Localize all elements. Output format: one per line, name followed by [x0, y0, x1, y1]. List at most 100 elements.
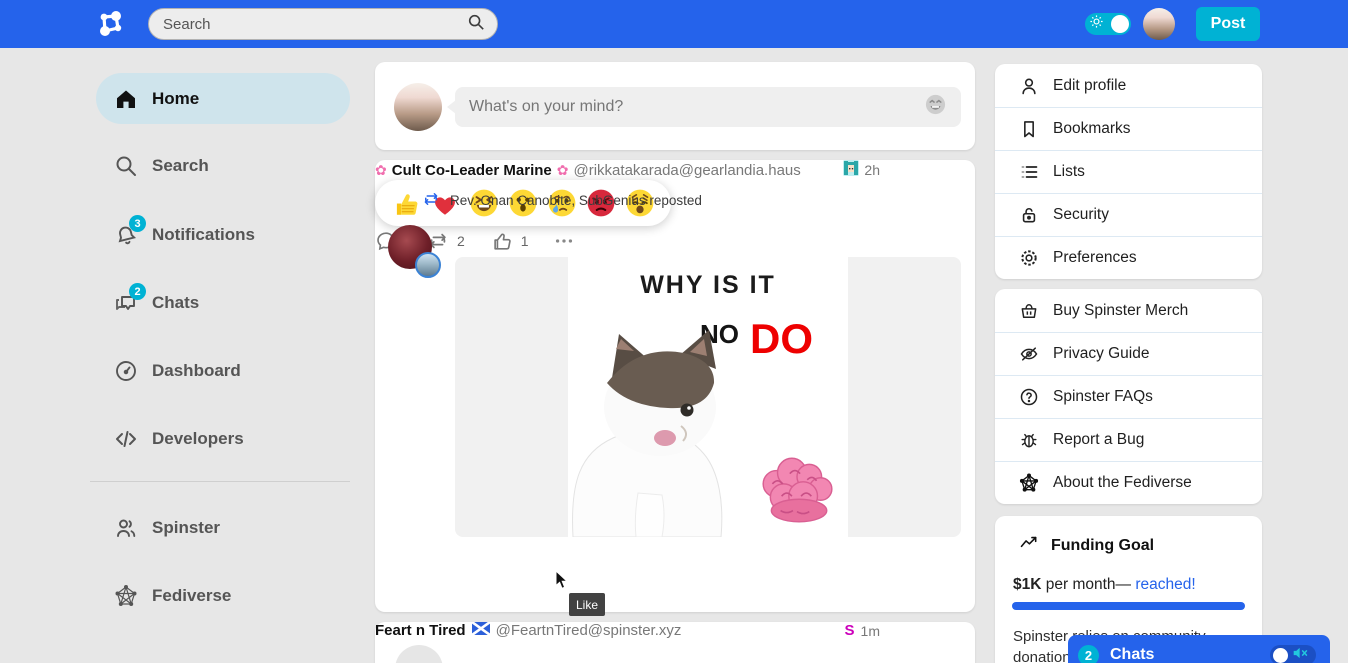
- menu-item-faqs[interactable]: Spinster FAQs: [995, 375, 1262, 418]
- post-header[interactable]: Feart n Tired @FeartnTired@spinster.xyz …: [375, 622, 880, 639]
- composer-input-bubble[interactable]: [455, 87, 961, 127]
- dashboard-icon: [114, 359, 138, 383]
- menu-item-lists[interactable]: Lists: [995, 150, 1262, 193]
- menu-item-preferences[interactable]: Preferences: [995, 236, 1262, 279]
- emoji-picker-icon[interactable]: [924, 93, 947, 121]
- post-author-name[interactable]: Cult Co-Leader Marine: [392, 162, 552, 179]
- sidebar-divider: [90, 481, 350, 482]
- menu-item-privacy-guide[interactable]: Privacy Guide: [995, 332, 1262, 375]
- repost-count[interactable]: 2: [457, 233, 465, 249]
- search-icon: [114, 154, 138, 178]
- profile-menu-card: Edit profile Bookmarks Lists Security Pr…: [995, 64, 1262, 279]
- top-navbar: Post: [0, 0, 1348, 48]
- like-button-icon[interactable]: [491, 230, 513, 252]
- search-icon[interactable]: [467, 13, 485, 36]
- menu-item-edit-profile[interactable]: Edit profile: [995, 64, 1262, 107]
- sidebar-item-chats[interactable]: 2 Chats: [96, 283, 350, 323]
- user-avatar[interactable]: [1143, 8, 1175, 40]
- like-tooltip: Like: [569, 593, 605, 616]
- light-dark-toggle[interactable]: [1085, 13, 1131, 35]
- menu-item-label: Edit profile: [1053, 77, 1126, 95]
- sidebar-item-label: Developers: [152, 429, 244, 449]
- sidebar-item-developers[interactable]: Developers: [96, 419, 350, 459]
- menu-item-buy-merch[interactable]: Buy Spinster Merch: [995, 289, 1262, 332]
- post-media[interactable]: WHY IS IT NO DO: [455, 257, 961, 537]
- sidebar-item-notifications[interactable]: 3 Notifications: [96, 215, 350, 255]
- basket-icon: [1019, 301, 1039, 321]
- repost-banner-text: Rev. Onan Canobite, SubGenius reposted: [450, 193, 702, 208]
- flower-emoji-icon: ✿: [375, 162, 387, 179]
- sidebar-item-fediverse[interactable]: Fediverse: [96, 576, 350, 616]
- repost-banner[interactable]: Rev. Onan Canobite, SubGenius reposted: [422, 190, 702, 211]
- menu-item-label: Lists: [1053, 163, 1085, 181]
- menu-item-label: About the Fediverse: [1053, 474, 1192, 492]
- menu-item-security[interactable]: Security: [995, 193, 1262, 236]
- toggle-knob: [1273, 648, 1288, 663]
- repost-icon: [422, 190, 440, 211]
- bookmark-icon: [1019, 119, 1039, 139]
- fediverse-icon: [114, 584, 138, 608]
- menu-item-bookmarks[interactable]: Bookmarks: [995, 107, 1262, 150]
- post-timestamp[interactable]: 1m: [861, 623, 880, 639]
- menu-item-label: Privacy Guide: [1053, 345, 1149, 363]
- code-icon: [114, 427, 138, 451]
- chats-badge: 2: [129, 283, 146, 300]
- meme-image: WHY IS IT NO DO: [568, 257, 848, 537]
- funding-progress-bar: [1012, 602, 1245, 610]
- list-icon: [1019, 162, 1039, 182]
- menu-item-label: Preferences: [1053, 249, 1137, 267]
- funding-per-month: per month: [1041, 576, 1115, 593]
- fediverse-filled-icon: [1019, 473, 1039, 493]
- sidebar-item-home[interactable]: Home: [96, 73, 350, 124]
- reaction-thumbs-up-icon[interactable]: [391, 188, 421, 218]
- funding-amount: $1K: [1013, 576, 1041, 593]
- chart-icon: [1019, 533, 1039, 558]
- composer-user-avatar[interactable]: [394, 83, 442, 131]
- funding-reached-link[interactable]: reached!: [1135, 576, 1195, 593]
- reposter-avatar[interactable]: [415, 252, 441, 278]
- sidebar-item-label: Notifications: [152, 225, 255, 245]
- post-author-handle[interactable]: @rikkatakarada@gearlandia.haus: [574, 162, 839, 179]
- sidebar-item-label: Home: [152, 89, 199, 109]
- post-header[interactable]: ✿ Cult Co-Leader Marine ✿ @rikkatakarada…: [375, 160, 880, 180]
- sidebar-item-search[interactable]: Search: [96, 146, 350, 186]
- composer-card: [375, 62, 975, 150]
- spinster-instance-icon: S: [845, 622, 855, 639]
- sidebar-item-label: Search: [152, 156, 209, 176]
- sidebar-item-spinster[interactable]: Spinster: [96, 508, 350, 548]
- chats-sound-toggle[interactable]: [1270, 645, 1316, 663]
- bug-icon: [1019, 430, 1039, 450]
- chats-dock-label: Chats: [1110, 646, 1270, 663]
- menu-item-about-fediverse[interactable]: About the Fediverse: [995, 461, 1262, 504]
- more-options-icon[interactable]: [553, 230, 575, 252]
- support-menu-card: Buy Spinster Merch Privacy Guide Spinste…: [995, 289, 1262, 504]
- question-circle-icon: [1019, 387, 1039, 407]
- like-count[interactable]: 1: [521, 233, 529, 249]
- post-author-avatar[interactable]: [395, 645, 443, 663]
- menu-item-label: Buy Spinster Merch: [1053, 302, 1188, 320]
- search-input[interactable]: [163, 16, 467, 33]
- flower-emoji-icon: ✿: [557, 162, 569, 179]
- speaker-muted-icon: [1292, 646, 1309, 663]
- post-author-handle[interactable]: @FeartnTired@spinster.xyz: [496, 622, 839, 639]
- menu-item-label: Bookmarks: [1053, 120, 1131, 138]
- composer-input[interactable]: [469, 98, 924, 116]
- instance-emoji-icon: [843, 160, 859, 180]
- post-author-name[interactable]: Feart n Tired: [375, 622, 466, 639]
- sidebar-item-label: Fediverse: [152, 586, 231, 606]
- scotland-flag-icon: [472, 622, 490, 639]
- person-icon: [1019, 76, 1039, 96]
- spinster-logo-icon[interactable]: [95, 8, 127, 40]
- sidebar-item-dashboard[interactable]: Dashboard: [96, 351, 350, 391]
- post-card: Rev. Onan Canobite, SubGenius reposted ✿…: [375, 160, 975, 612]
- mouse-cursor: [555, 570, 569, 595]
- post-button[interactable]: Post: [1196, 7, 1260, 41]
- sidebar-item-label: Chats: [152, 293, 199, 313]
- post-timestamp[interactable]: 2h: [864, 162, 880, 178]
- chats-dock-badge: 2: [1078, 645, 1099, 663]
- search-bar[interactable]: [148, 8, 498, 40]
- funding-goal-title: Funding Goal: [1051, 537, 1154, 555]
- funding-amount-line: $1K per month— reached!: [1013, 576, 1196, 594]
- chats-dock[interactable]: 2 Chats: [1068, 635, 1330, 663]
- menu-item-report-bug[interactable]: Report a Bug: [995, 418, 1262, 461]
